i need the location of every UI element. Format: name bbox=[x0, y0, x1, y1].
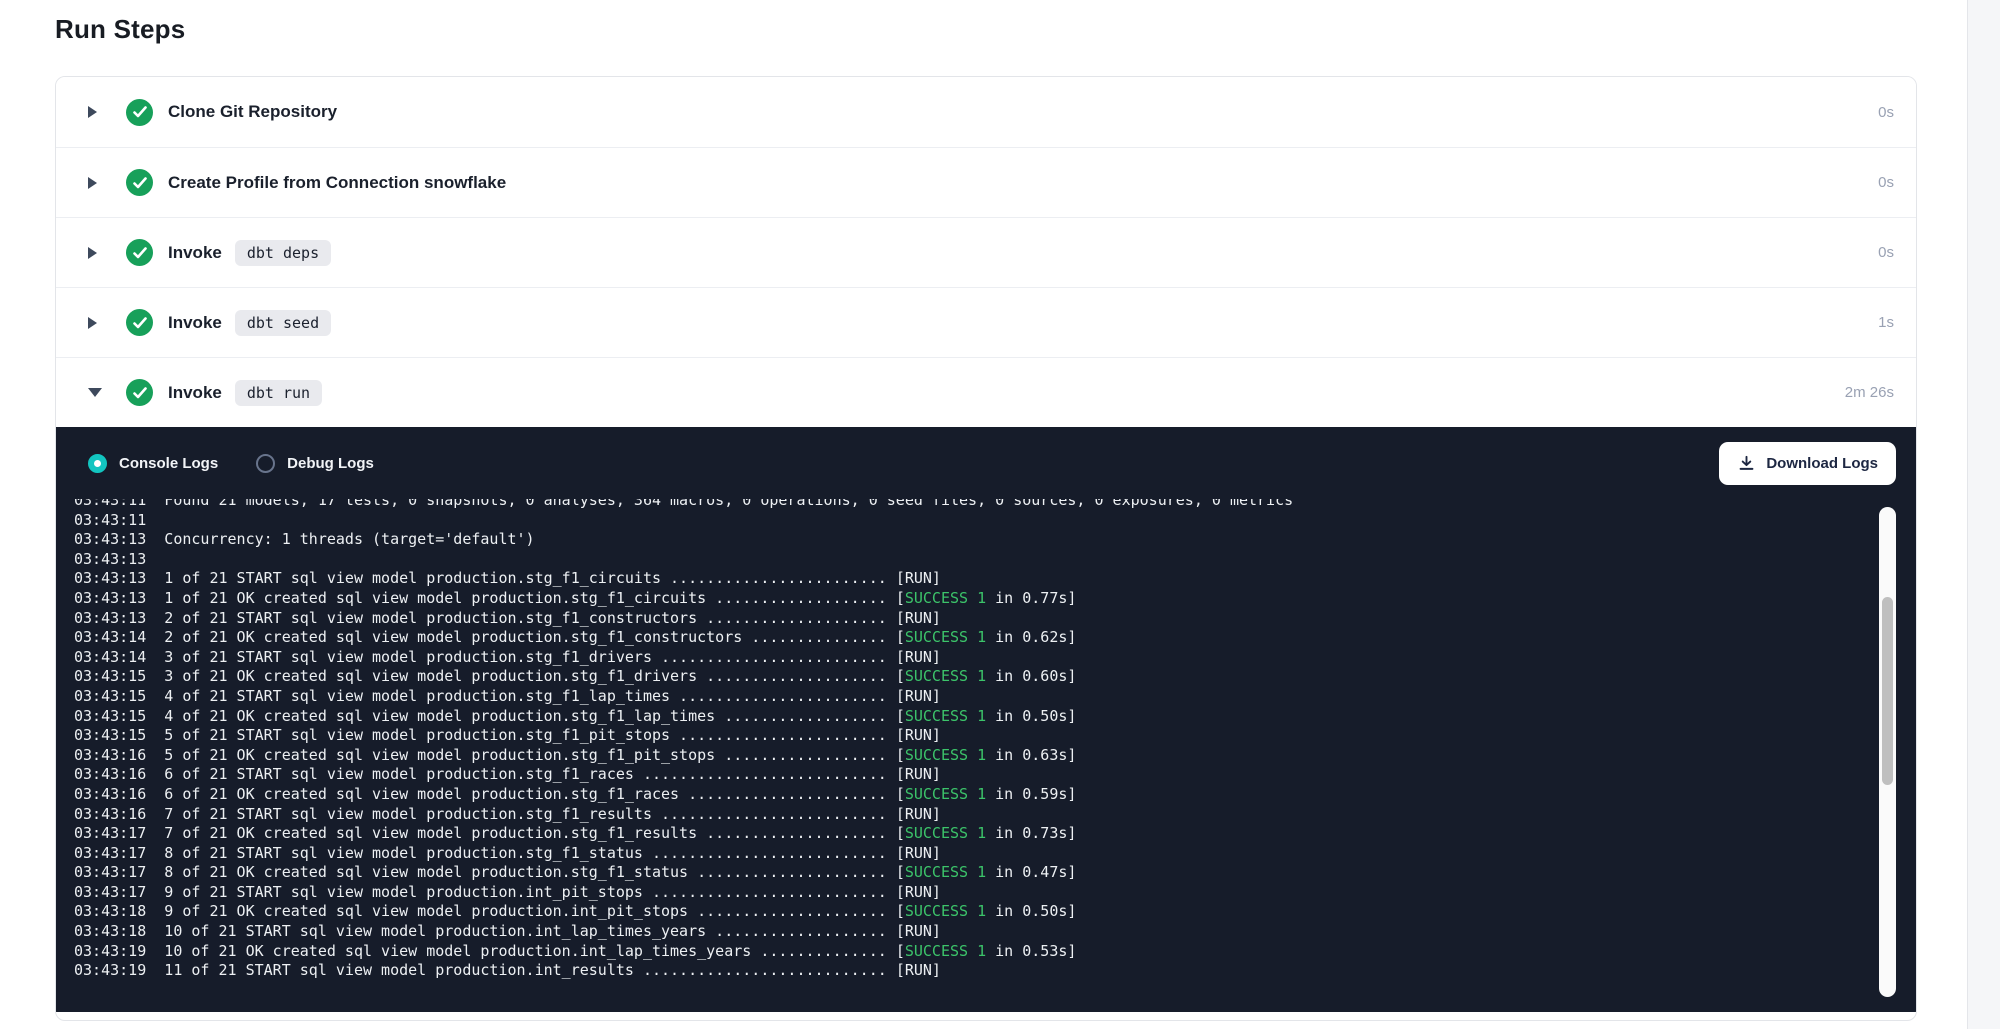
log-line: 03:43:14 3 of 21 START sql view model pr… bbox=[74, 648, 1916, 668]
step-row[interactable]: Create Profile from Connection snowflake… bbox=[56, 147, 1916, 217]
log-success-text: SUCCESS 1 bbox=[905, 863, 986, 881]
step-label: Invoke bbox=[168, 243, 222, 263]
step-row-header[interactable]: Clone Git Repository 0s bbox=[56, 77, 1916, 147]
download-logs-button[interactable]: Download Logs bbox=[1719, 442, 1896, 485]
step-row[interactable]: Invoke dbt deps 0s bbox=[56, 217, 1916, 287]
log-success-text: SUCCESS 1 bbox=[905, 628, 986, 646]
step-command-chip: dbt seed bbox=[235, 310, 331, 336]
log-line: 03:43:17 8 of 21 START sql view model pr… bbox=[74, 844, 1916, 864]
step-command-chip: dbt deps bbox=[235, 240, 331, 266]
success-check-icon bbox=[126, 309, 153, 336]
chevron-right-icon[interactable] bbox=[88, 317, 97, 329]
log-tab-console[interactable]: Console Logs bbox=[88, 454, 218, 473]
step-row-header[interactable]: Create Profile from Connection snowflake… bbox=[56, 147, 1916, 217]
log-line: 03:43:19 11 of 21 START sql view model p… bbox=[74, 961, 1916, 981]
log-line: 03:43:18 10 of 21 START sql view model p… bbox=[74, 922, 1916, 942]
log-line: 03:43:18 9 of 21 OK created sql view mod… bbox=[74, 902, 1916, 922]
log-success-text: SUCCESS 1 bbox=[905, 746, 986, 764]
chevron-down-icon[interactable] bbox=[88, 388, 102, 397]
step-row[interactable]: Invoke dbt run 2m 26s Console Logs Debug… bbox=[56, 357, 1916, 1012]
success-check-icon bbox=[126, 99, 153, 126]
chevron-box[interactable] bbox=[88, 247, 114, 259]
log-line: 03:43:15 3 of 21 OK created sql view mod… bbox=[74, 667, 1916, 687]
log-line: 03:43:16 7 of 21 START sql view model pr… bbox=[74, 805, 1916, 825]
log-lines: 03:43:11 Found 21 models, 17 tests, 0 sn… bbox=[74, 499, 1916, 981]
success-check-icon bbox=[126, 379, 153, 406]
steps-list: Clone Git Repository 0s Create Profile f… bbox=[56, 77, 1916, 1012]
log-line: 03:43:16 6 of 21 OK created sql view mod… bbox=[74, 785, 1916, 805]
log-line: 03:43:19 10 of 21 OK created sql view mo… bbox=[74, 942, 1916, 962]
chevron-right-icon[interactable] bbox=[88, 106, 97, 118]
console-log-output: 03:43:11 Found 21 models, 17 tests, 0 sn… bbox=[56, 499, 1916, 1012]
log-line: 03:43:13 1 of 21 START sql view model pr… bbox=[74, 569, 1916, 589]
step-row-header[interactable]: Invoke dbt run 2m 26s bbox=[56, 357, 1916, 427]
chevron-box[interactable] bbox=[88, 317, 114, 329]
log-success-text: SUCCESS 1 bbox=[905, 824, 986, 842]
log-success-text: SUCCESS 1 bbox=[905, 902, 986, 920]
log-line: 03:43:17 9 of 21 START sql view model pr… bbox=[74, 883, 1916, 903]
chevron-box[interactable] bbox=[88, 177, 114, 189]
log-tab-label: Console Logs bbox=[119, 455, 218, 472]
chevron-box[interactable] bbox=[88, 106, 114, 118]
page-title: Run Steps bbox=[55, 14, 185, 45]
step-row[interactable]: Invoke dbt seed 1s bbox=[56, 287, 1916, 357]
log-success-text: SUCCESS 1 bbox=[905, 942, 986, 960]
right-side-rail bbox=[1967, 0, 2000, 1029]
log-success-text: SUCCESS 1 bbox=[905, 667, 986, 685]
log-panel: Console Logs Debug Logs Download Logs 03… bbox=[56, 427, 1916, 1012]
log-tab-debug[interactable]: Debug Logs bbox=[256, 454, 374, 473]
log-line: 03:43:13 bbox=[74, 550, 1916, 570]
log-line: 03:43:11 Found 21 models, 17 tests, 0 sn… bbox=[74, 499, 1916, 511]
log-success-text: SUCCESS 1 bbox=[905, 589, 986, 607]
step-duration: 0s bbox=[1878, 244, 1894, 261]
step-label: Invoke bbox=[168, 313, 222, 333]
chevron-box[interactable] bbox=[88, 388, 114, 397]
log-line: 03:43:13 Concurrency: 1 threads (target=… bbox=[74, 530, 1916, 550]
log-scrollbar-track[interactable] bbox=[1879, 507, 1896, 997]
step-row-header[interactable]: Invoke dbt seed 1s bbox=[56, 287, 1916, 357]
log-success-text: SUCCESS 1 bbox=[905, 707, 986, 725]
step-duration: 0s bbox=[1878, 104, 1894, 121]
log-line: 03:43:15 4 of 21 START sql view model pr… bbox=[74, 687, 1916, 707]
log-line: 03:43:15 5 of 21 START sql view model pr… bbox=[74, 726, 1916, 746]
step-duration: 1s bbox=[1878, 314, 1894, 331]
log-line: 03:43:14 2 of 21 OK created sql view mod… bbox=[74, 628, 1916, 648]
radio-unselected-icon bbox=[256, 454, 275, 473]
download-icon bbox=[1737, 454, 1756, 473]
log-line: 03:43:15 4 of 21 OK created sql view mod… bbox=[74, 707, 1916, 727]
success-check-icon bbox=[126, 239, 153, 266]
log-line: 03:43:16 5 of 21 OK created sql view mod… bbox=[74, 746, 1916, 766]
log-line: 03:43:16 6 of 21 START sql view model pr… bbox=[74, 765, 1916, 785]
log-scrollbar-thumb[interactable] bbox=[1882, 597, 1893, 785]
step-command-chip: dbt run bbox=[235, 380, 322, 406]
success-check-icon bbox=[126, 169, 153, 196]
step-label: Create Profile from Connection snowflake bbox=[168, 173, 506, 193]
step-duration: 2m 26s bbox=[1845, 384, 1894, 401]
download-logs-label: Download Logs bbox=[1766, 455, 1878, 472]
step-label: Clone Git Repository bbox=[168, 102, 337, 122]
chevron-right-icon[interactable] bbox=[88, 247, 97, 259]
log-line: 03:43:17 8 of 21 OK created sql view mod… bbox=[74, 863, 1916, 883]
log-line: 03:43:13 2 of 21 START sql view model pr… bbox=[74, 609, 1916, 629]
log-success-text: SUCCESS 1 bbox=[905, 785, 986, 803]
radio-selected-icon bbox=[88, 454, 107, 473]
chevron-right-icon[interactable] bbox=[88, 177, 97, 189]
step-row[interactable]: Clone Git Repository 0s bbox=[56, 77, 1916, 147]
step-label: Invoke bbox=[168, 383, 222, 403]
log-line: 03:43:11 bbox=[74, 511, 1916, 531]
run-steps-card: Clone Git Repository 0s Create Profile f… bbox=[55, 76, 1917, 1021]
log-tab-label: Debug Logs bbox=[287, 455, 374, 472]
log-line: 03:43:13 1 of 21 OK created sql view mod… bbox=[74, 589, 1916, 609]
log-panel-header: Console Logs Debug Logs Download Logs bbox=[56, 427, 1916, 499]
step-row-header[interactable]: Invoke dbt deps 0s bbox=[56, 217, 1916, 287]
radio-dot bbox=[94, 460, 101, 467]
step-duration: 0s bbox=[1878, 174, 1894, 191]
log-line: 03:43:17 7 of 21 OK created sql view mod… bbox=[74, 824, 1916, 844]
